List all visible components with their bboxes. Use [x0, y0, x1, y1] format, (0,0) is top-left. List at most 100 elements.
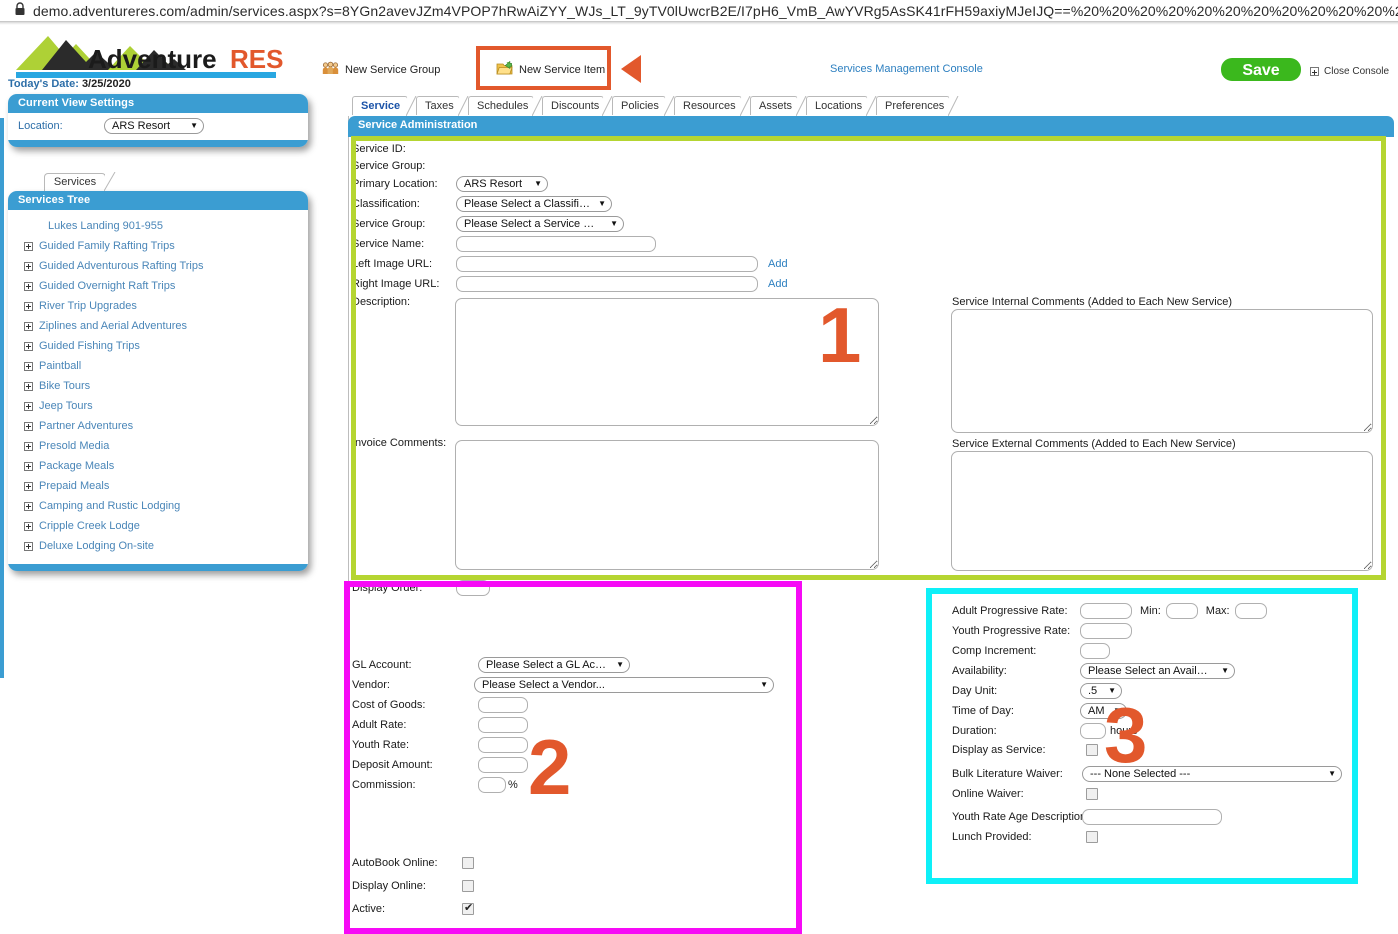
- tab-resources[interactable]: Resources: [674, 96, 751, 117]
- tree-item-label[interactable]: Paintball: [39, 358, 81, 374]
- tab-discounts[interactable]: Discounts: [542, 96, 613, 117]
- duration-input[interactable]: [1080, 723, 1106, 739]
- left-image-url-input[interactable]: [456, 256, 758, 272]
- sidebar-tab-services[interactable]: Services: [44, 173, 115, 192]
- browser-url-bar[interactable]: demo.adventureres.com/admin/services.asp…: [0, 0, 1398, 22]
- tree-item[interactable]: Jeep Tours: [8, 396, 308, 416]
- save-button[interactable]: Save: [1221, 58, 1301, 81]
- tree-item[interactable]: Bike Tours: [8, 376, 308, 396]
- tree-item[interactable]: Camping and Rustic Lodging: [8, 496, 308, 516]
- expand-plus-icon[interactable]: [24, 281, 33, 291]
- expand-plus-icon[interactable]: [24, 481, 33, 491]
- tree-item-label[interactable]: Presold Media: [39, 438, 109, 454]
- comp-increment-input[interactable]: [1080, 643, 1110, 659]
- tree-item-label[interactable]: Prepaid Meals: [39, 478, 109, 494]
- tab-policies[interactable]: Policies: [612, 96, 675, 117]
- tree-item[interactable]: Lukes Landing 901-955: [8, 216, 308, 236]
- invoice-comments-textarea[interactable]: [455, 440, 879, 570]
- day-unit-select[interactable]: .5 ▼: [1080, 683, 1122, 699]
- expand-plus-icon[interactable]: [24, 361, 33, 371]
- active-checkbox[interactable]: [462, 902, 474, 915]
- expand-plus-icon[interactable]: [24, 421, 33, 431]
- tree-item[interactable]: Ziplines and Aerial Adventures: [8, 316, 308, 336]
- availability-select[interactable]: Please Select an Availability... ▼: [1080, 663, 1235, 679]
- expand-plus-icon[interactable]: [24, 341, 33, 351]
- tree-item-label[interactable]: River Trip Upgrades: [39, 298, 137, 314]
- tree-item[interactable]: Package Meals: [8, 456, 308, 476]
- tree-item-label[interactable]: Guided Fishing Trips: [39, 338, 140, 354]
- cost-of-goods-input[interactable]: [478, 697, 528, 713]
- commission-input[interactable]: [478, 777, 506, 793]
- expand-plus-icon[interactable]: [24, 321, 33, 331]
- close-console-button[interactable]: Close Console: [1310, 66, 1389, 77]
- min-input[interactable]: [1165, 603, 1198, 619]
- tab-assets[interactable]: Assets: [750, 96, 807, 117]
- expand-plus-icon[interactable]: [24, 501, 33, 511]
- right-image-add-link[interactable]: Add: [768, 278, 788, 290]
- tree-item[interactable]: Guided Overnight Raft Trips: [8, 276, 308, 296]
- tree-item-label[interactable]: Guided Family Rafting Trips: [39, 238, 175, 254]
- gl-account-select[interactable]: Please Select a GL Account... ▼: [478, 657, 630, 673]
- tree-item[interactable]: Guided Family Rafting Trips: [8, 236, 308, 256]
- right-image-url-input[interactable]: [456, 276, 758, 292]
- description-textarea[interactable]: [455, 298, 879, 426]
- tree-item-label[interactable]: Jeep Tours: [39, 398, 93, 414]
- tree-item-label[interactable]: Cripple Creek Lodge: [39, 518, 140, 534]
- left-image-add-link[interactable]: Add: [768, 258, 788, 270]
- expand-plus-icon[interactable]: [24, 381, 33, 391]
- youth-rate-input[interactable]: [478, 737, 528, 753]
- autobook-online-checkbox[interactable]: [462, 857, 474, 869]
- tab-locations[interactable]: Locations: [806, 96, 877, 117]
- tree-item-label[interactable]: Bike Tours: [39, 378, 90, 394]
- tree-item-label[interactable]: Package Meals: [39, 458, 114, 474]
- tree-item[interactable]: Paintball: [8, 356, 308, 376]
- tree-item[interactable]: Partner Adventures: [8, 416, 308, 436]
- tree-item-label[interactable]: Ziplines and Aerial Adventures: [39, 318, 187, 334]
- lunch-provided-checkbox[interactable]: [1086, 831, 1098, 843]
- vendor-select[interactable]: Please Select a Vendor... ▼: [474, 677, 774, 693]
- tab-taxes[interactable]: Taxes: [416, 96, 469, 117]
- tree-item-label[interactable]: Camping and Rustic Lodging: [39, 498, 180, 514]
- service-name-input[interactable]: [456, 236, 656, 252]
- expand-plus-icon[interactable]: [24, 401, 33, 411]
- expand-plus-icon[interactable]: [24, 301, 33, 311]
- bulk-literature-waiver-select[interactable]: --- None Selected --- ▼: [1082, 766, 1342, 782]
- youth-rate-age-description-input[interactable]: [1082, 809, 1222, 825]
- expand-plus-icon[interactable]: [24, 261, 33, 271]
- tree-item[interactable]: River Trip Upgrades: [8, 296, 308, 316]
- expand-plus-icon[interactable]: [24, 541, 33, 551]
- new-service-group-button[interactable]: New Service Group: [322, 61, 440, 78]
- tree-item-label[interactable]: Lukes Landing 901-955: [48, 218, 163, 234]
- max-input[interactable]: [1234, 603, 1267, 619]
- display-as-service-checkbox[interactable]: [1086, 744, 1098, 756]
- tree-item[interactable]: Cripple Creek Lodge: [8, 516, 308, 536]
- adult-rate-input[interactable]: [478, 717, 528, 733]
- expand-plus-icon[interactable]: [24, 241, 33, 251]
- tree-item[interactable]: Prepaid Meals: [8, 476, 308, 496]
- tree-item-label[interactable]: Partner Adventures: [39, 418, 133, 434]
- services-management-console-link[interactable]: Services Management Console: [830, 63, 983, 75]
- tree-item[interactable]: Guided Adventurous Rafting Trips: [8, 256, 308, 276]
- expand-plus-icon[interactable]: [24, 521, 33, 531]
- display-order-input[interactable]: [456, 580, 490, 596]
- primary-location-select[interactable]: ARS Resort ▼: [456, 176, 548, 192]
- deposit-amount-input[interactable]: [478, 757, 528, 773]
- new-service-item-button[interactable]: New Service Item: [496, 60, 605, 79]
- tree-item[interactable]: Presold Media: [8, 436, 308, 456]
- classification-select[interactable]: Please Select a Classification... ▼: [456, 196, 612, 212]
- tree-item[interactable]: Guided Fishing Trips: [8, 336, 308, 356]
- tab-service[interactable]: Service: [352, 96, 417, 117]
- location-select[interactable]: ARS Resort ▼: [104, 118, 204, 134]
- youth-progressive-rate-input[interactable]: [1080, 623, 1132, 639]
- adult-progressive-rate-input[interactable]: [1080, 603, 1132, 619]
- expand-plus-icon[interactable]: [24, 461, 33, 471]
- online-waiver-checkbox[interactable]: [1086, 788, 1098, 800]
- expand-plus-icon[interactable]: [24, 441, 33, 451]
- external-comments-textarea[interactable]: [951, 451, 1373, 571]
- tree-item-label[interactable]: Deluxe Lodging On-site: [39, 538, 154, 554]
- tree-item-label[interactable]: Guided Adventurous Rafting Trips: [39, 258, 203, 274]
- time-of-day-select[interactable]: AM ▼: [1080, 703, 1127, 719]
- internal-comments-textarea[interactable]: [951, 309, 1373, 433]
- tree-item[interactable]: Deluxe Lodging On-site: [8, 536, 308, 556]
- tab-preferences[interactable]: Preferences: [876, 96, 959, 117]
